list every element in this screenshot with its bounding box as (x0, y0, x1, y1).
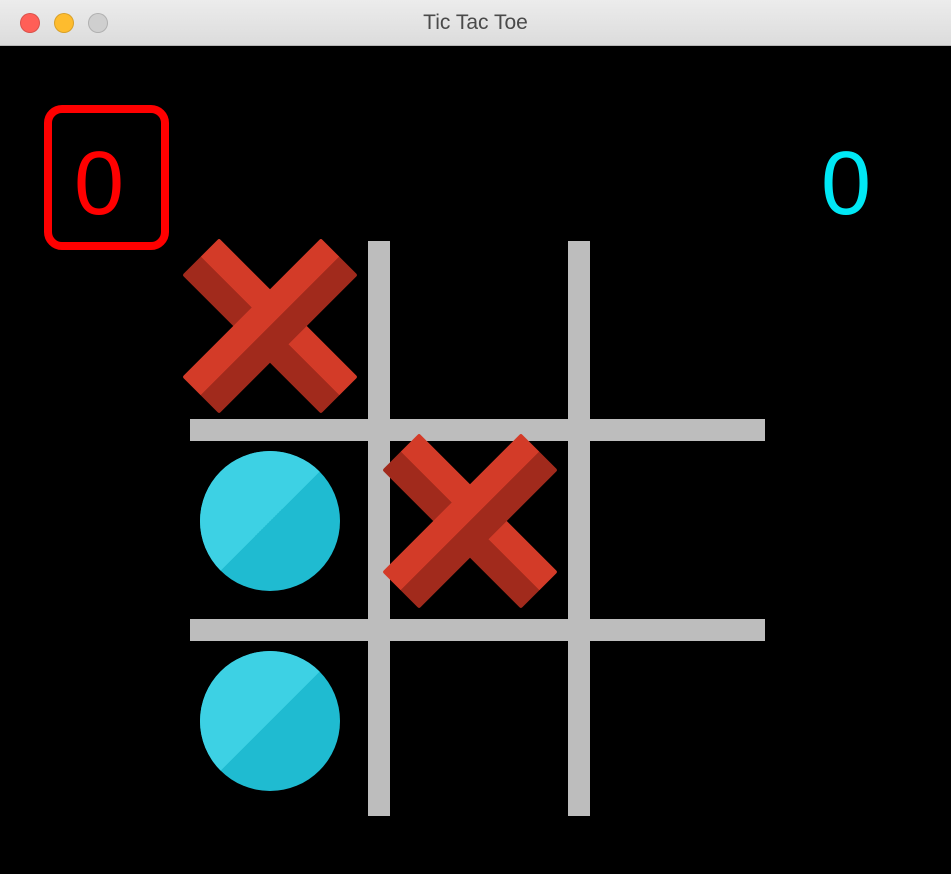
grid-vline-2 (568, 241, 590, 816)
grid-vline-1 (368, 241, 390, 816)
maximize-icon[interactable] (88, 13, 108, 33)
x-mark-icon (400, 451, 540, 591)
game-stage: 0 0 (0, 46, 951, 874)
x-mark-icon (200, 256, 340, 396)
cell-0-1[interactable] (400, 256, 570, 426)
minimize-icon[interactable] (54, 13, 74, 33)
cell-0-0[interactable] (200, 256, 370, 426)
close-icon[interactable] (20, 13, 40, 33)
cell-2-0[interactable] (200, 651, 370, 821)
grid-hline-2 (190, 619, 765, 641)
score-x: 0 (74, 139, 124, 229)
score-o: 0 (821, 139, 871, 229)
cell-1-0[interactable] (200, 451, 370, 621)
cell-2-2[interactable] (600, 651, 770, 821)
o-mark-icon (200, 651, 340, 791)
game-board (190, 241, 765, 816)
window-title: Tic Tac Toe (0, 11, 951, 35)
cell-1-1[interactable] (400, 451, 570, 621)
window-titlebar: Tic Tac Toe (0, 0, 951, 46)
cell-2-1[interactable] (400, 651, 570, 821)
cell-0-2[interactable] (600, 256, 770, 426)
cell-1-2[interactable] (600, 451, 770, 621)
o-mark-icon (200, 451, 340, 591)
window-controls (20, 13, 108, 33)
